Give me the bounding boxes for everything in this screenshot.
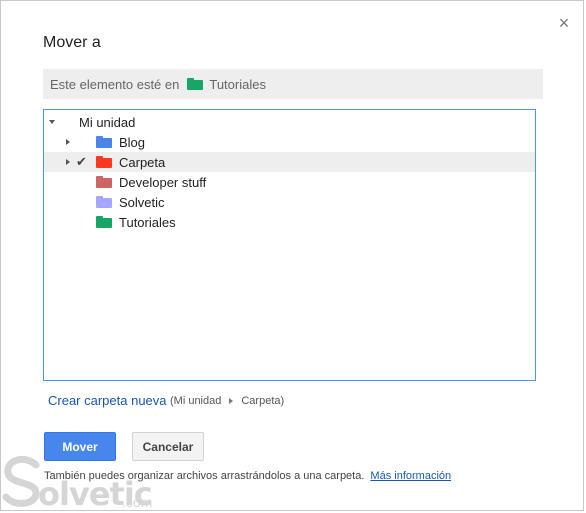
folder-icon <box>96 176 112 188</box>
create-new-folder-link[interactable]: Crear carpeta nueva <box>48 393 167 408</box>
breadcrumb-root: (Mi unidad <box>170 395 222 407</box>
tree-item-label: Blog <box>119 135 146 150</box>
breadcrumb-current: Carpeta) <box>241 395 285 407</box>
watermark-suffix: .com <box>122 494 153 510</box>
location-prefix: Este elemento esté en <box>50 76 180 92</box>
folder-tree[interactable]: Mi unidad Blog ✔ Carpeta Developer stuff… <box>43 109 536 381</box>
move-dialog: × Mover a Este elemento esté en Tutorial… <box>0 0 584 511</box>
tree-item-label: Solvetic <box>119 195 165 210</box>
folder-icon <box>96 156 112 168</box>
close-icon[interactable]: × <box>556 14 572 32</box>
tree-item-blog[interactable]: Blog <box>44 132 535 152</box>
tree-item-label: Carpeta <box>119 155 166 170</box>
tree-root-mi-unidad[interactable]: Mi unidad <box>44 112 535 132</box>
expand-arrow-icon[interactable] <box>66 139 70 145</box>
solvetic-watermark: olvetic .com <box>2 455 162 513</box>
tree-item-carpeta[interactable]: ✔ Carpeta <box>44 152 535 172</box>
tree-root-label: Mi unidad <box>79 115 136 130</box>
breadcrumb-arrow-icon <box>229 398 234 404</box>
tree-item-tutoriales[interactable]: Tutoriales <box>44 212 535 232</box>
collapse-arrow-icon[interactable] <box>49 120 55 124</box>
folder-icon <box>96 136 112 148</box>
expand-arrow-icon[interactable] <box>66 159 70 165</box>
folder-icon <box>96 216 112 228</box>
tree-item-solvetic[interactable]: Solvetic <box>44 192 535 212</box>
tree-item-developer-stuff[interactable]: Developer stuff <box>44 172 535 192</box>
checkmark-icon: ✔ <box>76 154 87 169</box>
dialog-title: Mover a <box>43 34 101 51</box>
tree-item-label: Tutoriales <box>119 215 176 230</box>
destination-breadcrumb: (Mi unidad Carpeta) <box>170 395 284 407</box>
folder-icon <box>96 196 112 208</box>
tree-item-label: Developer stuff <box>119 175 207 190</box>
folder-icon <box>187 78 204 90</box>
more-info-link[interactable]: Más información <box>370 470 451 482</box>
location-folder-name: Tutoriales <box>209 76 266 92</box>
current-location-bar: Este elemento esté en Tutoriales <box>43 69 543 99</box>
